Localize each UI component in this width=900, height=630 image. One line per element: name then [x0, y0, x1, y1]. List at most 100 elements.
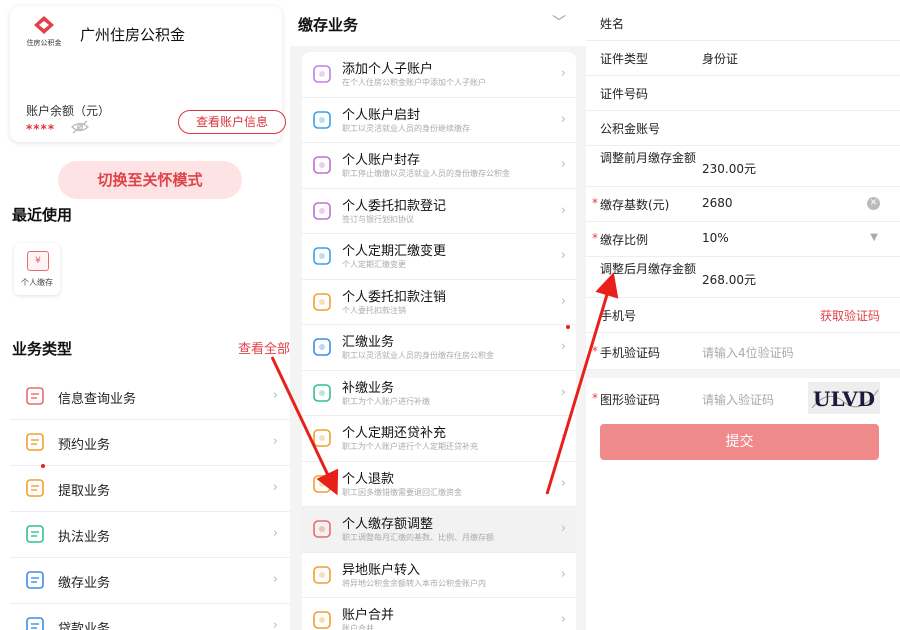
service-title: 账户合并	[342, 608, 395, 623]
business-item-label: 贷款业务	[58, 622, 111, 630]
supplement-icon	[313, 383, 331, 402]
field-value: 268.00元	[702, 273, 756, 287]
chevron-right-icon: ›	[272, 434, 278, 449]
service-desc: 职工为个人账户进行个人定期还贷补充	[342, 442, 478, 451]
field-label: 证件类型	[600, 52, 649, 66]
service-desc: 在个人住房公积金账户中添加个人子账户	[342, 78, 486, 87]
housing-fund-logo: 住房公积金	[27, 16, 62, 47]
adjust-icon	[313, 520, 331, 538]
chevron-right-icon: ›	[560, 384, 566, 400]
service-item[interactable]: 异地账户转入 将异地公积金余额转入本市公积金账户内 ›	[302, 553, 576, 598]
service-desc: 职工以灵活就业人员的身份继续缴存	[342, 123, 470, 133]
service-desc: 职工以灵活就业人员的身份缴存住房公积金	[342, 351, 494, 360]
service-item[interactable]: 汇缴业务 职工以灵活就业人员的身份缴存住房公积金 ›	[302, 325, 576, 371]
service-title: 个人委托扣款注销	[342, 289, 447, 305]
service-item[interactable]: 补缴业务 职工为个人账户进行补缴 ›	[302, 371, 576, 416]
care-mode-button[interactable]: 切换至关怀模式	[58, 161, 242, 199]
field-value[interactable]: 2680	[702, 196, 733, 210]
service-desc: 职工调整每月汇缴的基数、比例、月缴存额	[342, 533, 494, 542]
service-title: 汇缴业务	[342, 335, 395, 350]
unseal-icon	[313, 110, 331, 129]
phone-row: 手机号 获取验证码	[586, 296, 900, 333]
chevron-right-icon: ›	[560, 430, 566, 445]
service-item[interactable]: 个人退款 职工因多缴错缴需要退回汇缴资金 ›	[302, 462, 576, 507]
submit-button[interactable]: 提交	[600, 424, 879, 460]
user-add-icon	[313, 65, 331, 83]
business-title: 业务类型	[12, 340, 73, 358]
eye-off-icon[interactable]	[70, 120, 90, 134]
form-row: * 缴存比例 10% ▼	[586, 222, 900, 257]
law-icon	[26, 525, 44, 543]
service-item[interactable]: 添加个人子账户 在个人住房公积金账户中添加个人子账户 ›	[302, 52, 576, 98]
business-item[interactable]: 缴存业务 ›	[10, 558, 290, 604]
field-label: 缴存基数(元)	[600, 198, 670, 212]
field-label: 缴存比例	[600, 233, 649, 247]
recent-item[interactable]: ¥ 个人缴存	[14, 243, 60, 295]
service-item[interactable]: 个人账户启封 职工以灵活就业人员的身份继续缴存 ›	[302, 98, 576, 143]
service-list: 添加个人子账户 在个人住房公积金账户中添加个人子账户 › 个人账户启封 职工以灵活就业人…	[302, 52, 576, 630]
service-item[interactable]: 个人委托扣款登记 签订与银行划扣协议 ›	[302, 189, 576, 234]
chevron-right-icon: ›	[560, 475, 566, 491]
service-item[interactable]: 账户合并 账户合并 ›	[302, 598, 576, 630]
chevron-right-icon: ›	[272, 572, 278, 587]
business-item[interactable]: 信息查询业务 ›	[10, 374, 290, 420]
service-desc: 将异地公积金余额转入本市公积金账户内	[342, 578, 486, 588]
get-code-link[interactable]: 获取验证码	[820, 307, 880, 324]
chevron-right-icon: ›	[560, 248, 566, 263]
captcha-label: 图形验证码	[600, 393, 661, 407]
service-title: 个人委托扣款登记	[342, 198, 447, 214]
form-row: 公积金账号	[586, 111, 900, 146]
svg-text:ULVD: ULVD	[813, 387, 875, 411]
business-item[interactable]: 预约业务 ›	[10, 420, 290, 466]
adjust-form-panel: 姓名 证件类型 身份证 证件号码 公积金账号 调整前月缴存金额 230.00元 * 缴存基数(元…	[586, 0, 900, 630]
captcha-input[interactable]: 请输入验证码	[702, 391, 774, 408]
captcha-image[interactable]: ULVD	[808, 382, 880, 414]
view-account-button[interactable]: 查看账户信息	[178, 110, 286, 134]
chevron-right-icon: ›	[560, 339, 566, 354]
service-title: 个人定期汇缴变更	[342, 244, 447, 259]
field-label: 调整前月缴存金额	[600, 151, 697, 165]
chevron-right-icon: ›	[272, 480, 278, 495]
service-item[interactable]: 个人定期还贷补充 职工为个人账户进行个人定期还贷补充 ›	[302, 416, 576, 462]
field-value: 230.00元	[702, 162, 756, 176]
service-item[interactable]: 个人缴存额调整 职工调整每月汇缴的基数、比例、月缴存额 ›	[302, 507, 576, 553]
business-item-label: 缴存业务	[58, 576, 111, 591]
change-icon	[313, 247, 331, 265]
service-desc: 职工为个人账户进行补缴	[342, 396, 430, 406]
service-item[interactable]: 个人委托扣款注销 个人委托扣款注销 ›	[302, 280, 576, 325]
chevron-right-icon: ›	[560, 66, 566, 81]
section-header[interactable]: 缴存业务 ﹀	[290, 0, 586, 46]
field-label: 调整后月缴存金额	[600, 262, 697, 276]
dropdown-arrow-icon[interactable]: ▼	[870, 232, 878, 243]
service-item[interactable]: 个人定期汇缴变更 个人定期汇缴变更 ›	[302, 234, 576, 280]
business-item-label: 信息查询业务	[58, 392, 137, 407]
wallet-icon	[26, 479, 44, 497]
calendar-icon	[26, 433, 44, 451]
chevron-down-icon[interactable]: ﹀	[552, 12, 566, 32]
chevron-right-icon: ›	[272, 526, 278, 541]
captcha-row: * 图形验证码 请输入验证码 ULVD	[586, 378, 900, 418]
service-desc: 个人定期汇缴变更	[342, 260, 406, 269]
loan-icon	[26, 617, 44, 630]
entrust-icon	[313, 201, 331, 220]
service-desc: 职工因多缴错缴需要退回汇缴资金	[342, 487, 462, 497]
clear-icon[interactable]: ✕	[867, 197, 880, 210]
business-item[interactable]: 提取业务 ›	[10, 466, 290, 512]
field-value[interactable]: 10%	[702, 231, 729, 245]
service-title: 个人缴存额调整	[342, 517, 434, 532]
service-title: 个人账户启封	[342, 107, 421, 123]
business-item[interactable]: 执法业务 ›	[10, 512, 290, 558]
seal-icon	[313, 156, 331, 174]
view-all-link[interactable]: 查看全部	[238, 338, 290, 357]
service-desc: 账户合并	[342, 624, 374, 630]
refund-icon	[313, 474, 331, 493]
svg-text:住房公积金: 住房公积金	[27, 38, 62, 47]
chevron-right-icon: ›	[560, 293, 566, 309]
sms-code-input[interactable]: 请输入4位验证码	[702, 344, 794, 361]
chevron-right-icon: ›	[560, 521, 566, 536]
business-item[interactable]: 贷款业务 ›	[10, 604, 290, 630]
field-value: 身份证	[702, 52, 739, 66]
remit-icon	[313, 338, 331, 356]
service-item[interactable]: 个人账户封存 职工停止缴缴以灵活就业人员的身份缴存公积金 ›	[302, 143, 576, 189]
form-row: * 缴存基数(元) 2680 ✕	[586, 187, 900, 222]
